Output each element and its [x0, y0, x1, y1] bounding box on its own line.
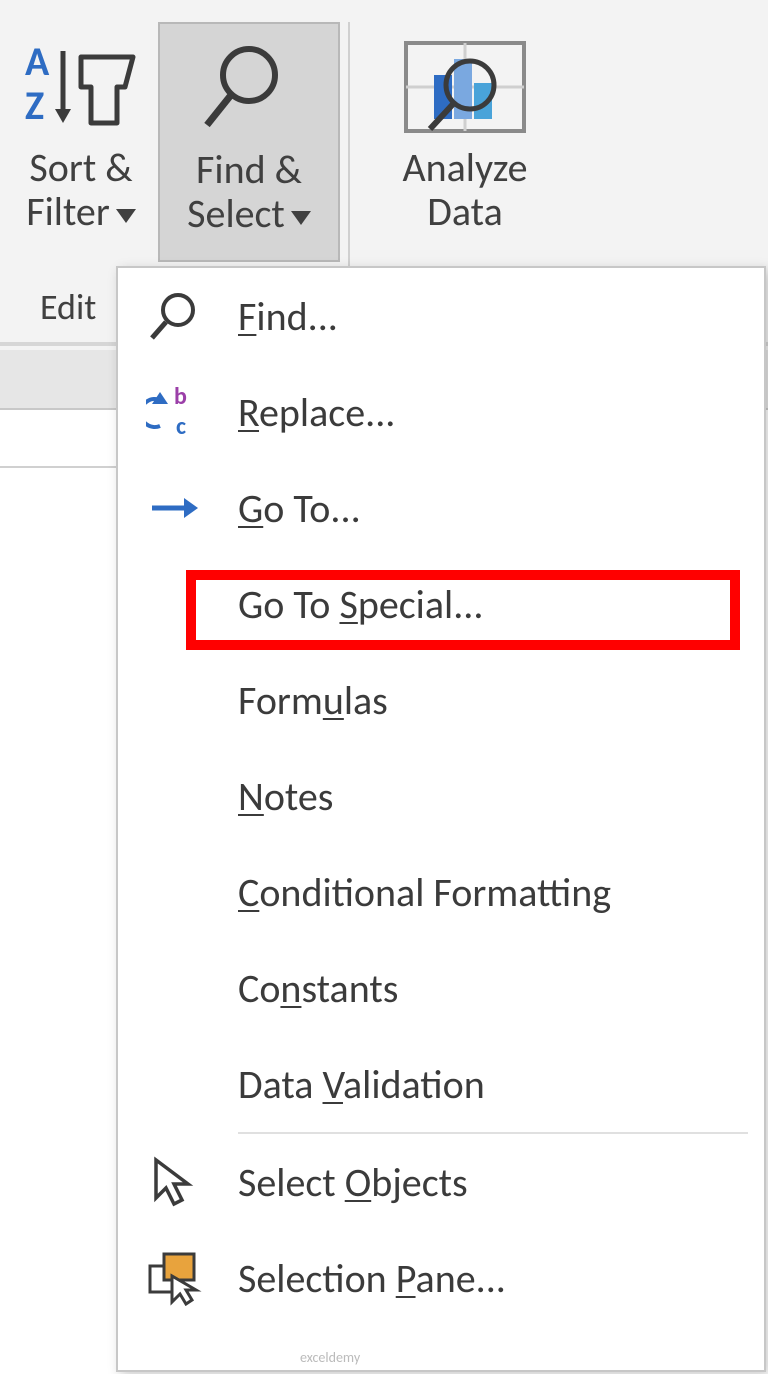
sort-filter-icon: A Z: [10, 28, 152, 146]
cursor-icon: [146, 1154, 238, 1210]
menu-constants-label: Constants: [238, 964, 764, 1013]
menu-goto-special-label: Go To Special...: [238, 580, 764, 629]
analyze-data-button[interactable]: Analyze Data: [370, 22, 560, 262]
sort-filter-line2: Filter: [26, 187, 110, 236]
menu-formulas[interactable]: Formulas: [118, 652, 764, 748]
chevron-down-icon: [116, 209, 136, 223]
menu-goto-label: Go To...: [238, 484, 764, 533]
menu-selection-pane-label: Selection Pane...: [238, 1254, 764, 1303]
menu-select-objects[interactable]: Select Objects: [118, 1134, 764, 1230]
menu-find[interactable]: Find...: [118, 268, 764, 364]
find-select-button[interactable]: Find & Select: [158, 22, 340, 262]
editing-group-label: Edit: [40, 285, 96, 329]
menu-notes[interactable]: Notes: [118, 748, 764, 844]
menu-conditional-formatting[interactable]: Conditional Formatting: [118, 844, 764, 940]
analyze-line1: Analyze: [402, 143, 527, 192]
menu-constants[interactable]: Constants: [118, 940, 764, 1036]
menu-replace[interactable]: b c Replace...: [118, 364, 764, 460]
find-select-line1: Find &: [196, 145, 302, 194]
analyze-data-icon: [370, 28, 560, 146]
svg-text:b: b: [174, 384, 187, 411]
ribbon-divider: [348, 22, 350, 268]
menu-data-validation[interactable]: Data Validation: [118, 1036, 764, 1132]
find-select-icon: [160, 30, 338, 148]
menu-replace-label: Replace...: [238, 388, 764, 437]
menu-selection-pane[interactable]: Selection Pane...: [118, 1230, 764, 1326]
replace-icon: b c: [146, 384, 238, 440]
svg-text:A: A: [25, 39, 50, 86]
watermark: exceldemy: [300, 1349, 360, 1366]
find-select-menu: Find... b c Replace... Go To... Go To Sp…: [116, 266, 766, 1372]
menu-select-objects-label: Select Objects: [238, 1158, 764, 1207]
analyze-line2: Data: [427, 187, 502, 236]
row-area: [0, 468, 120, 1368]
chevron-down-icon: [291, 211, 311, 225]
menu-cond-format-label: Conditional Formatting: [238, 868, 764, 917]
menu-goto-special[interactable]: Go To Special...: [118, 556, 764, 652]
menu-goto[interactable]: Go To...: [118, 460, 764, 556]
menu-notes-label: Notes: [238, 772, 764, 821]
svg-text:c: c: [176, 412, 186, 440]
row-strip: [0, 410, 120, 468]
sort-filter-button[interactable]: A Z Sort & Filter: [10, 22, 152, 262]
menu-find-label: Find...: [238, 292, 764, 341]
search-icon: [146, 288, 238, 344]
menu-data-validation-label: Data Validation: [238, 1060, 764, 1109]
arrow-right-icon: [146, 480, 238, 536]
sort-filter-line1: Sort &: [29, 143, 132, 192]
find-select-line2: Select: [187, 189, 285, 238]
svg-text:Z: Z: [25, 81, 44, 130]
selection-pane-icon: [146, 1250, 238, 1306]
menu-formulas-label: Formulas: [238, 676, 764, 725]
